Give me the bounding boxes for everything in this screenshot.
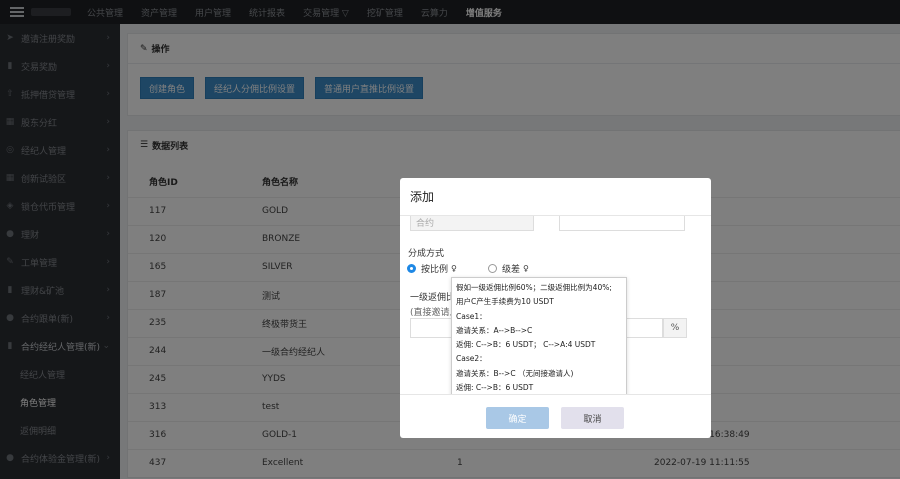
tooltip-line: Case2： (456, 354, 487, 364)
dialog-body: 合约 分成方式 按比例♀ 级差♀ 一级返佣比 (直接邀请人 ) % 假如一级返佣… (400, 216, 711, 394)
level1-rebate-label: 一级返佣比 (410, 293, 456, 303)
radio-checked-icon (407, 264, 416, 273)
contract-input[interactable]: 合约 (410, 216, 534, 231)
tooltip-line: 邀请关系：B-->C （无间接邀请人) (456, 368, 574, 378)
dialog-title: 添加 (400, 178, 711, 216)
cancel-button[interactable]: 取消 (561, 407, 624, 429)
add-role-dialog: 添加 合约 分成方式 按比例♀ 级差♀ 一级返佣比 (直接邀请人 ) % 假如一… (400, 178, 711, 438)
contract-value-input[interactable] (559, 216, 685, 231)
tooltip-line: Case1： (456, 311, 487, 321)
percent-suffix: % (663, 318, 687, 338)
radio-by-ratio[interactable]: 按比例 ♀ (407, 262, 457, 275)
confirm-button[interactable]: 确定 (486, 407, 549, 429)
lightbulb-icon[interactable]: ♀ (451, 264, 457, 273)
lightbulb-icon[interactable]: ♀ (523, 264, 529, 273)
dialog-footer: 确定 取消 (400, 394, 711, 438)
tooltip-line: 返佣: C-->B：6 USDT (456, 383, 534, 393)
tooltip-line: 返佣: C-->B：6 USDT； C-->A:4 USDT (456, 340, 596, 350)
split-method-label: 分成方式 (408, 249, 445, 259)
radio-level-diff[interactable]: 级差 ♀ (488, 262, 529, 275)
tooltip-line: 假如一级返佣比例60%；二级返佣比例为40%; (456, 283, 612, 292)
ratio-tooltip: 假如一级返佣比例60%；二级返佣比例为40%; 用户C产生手续费为10 USDT… (451, 277, 627, 394)
radio-unchecked-icon (488, 264, 497, 273)
tooltip-line: 用户C产生手续费为10 USDT (456, 297, 554, 307)
tooltip-line: 邀请关系：A-->B-->C (456, 325, 533, 335)
app-root: 公共管理 资产管理 用户管理 统计报表 交易管理 ▽ 挖矿管理 云算力 增值服务… (0, 0, 900, 479)
